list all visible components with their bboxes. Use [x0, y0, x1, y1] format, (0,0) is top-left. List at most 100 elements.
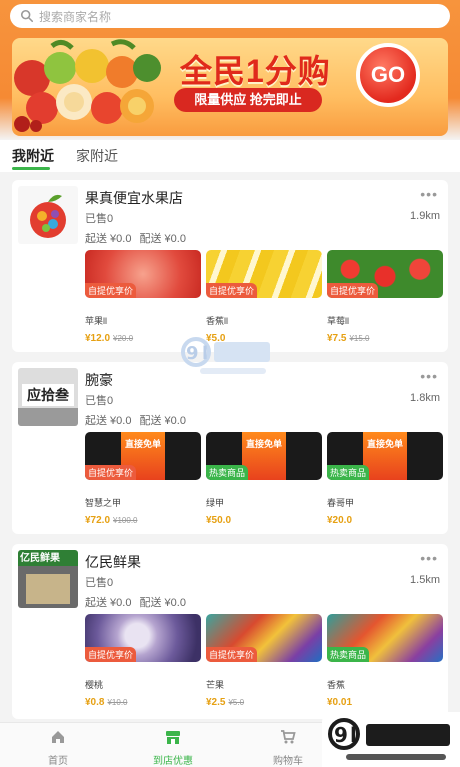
delivery-fee: 配送 ¥0.0	[139, 233, 186, 245]
home-icon	[52, 731, 64, 743]
product-image: 直接免单 自提优享价	[85, 432, 201, 480]
product-image: 直接免单 热卖商品	[206, 432, 322, 480]
svg-text:9: 9	[186, 343, 199, 364]
product-tag: 自提优享价	[206, 283, 258, 298]
product-image: 自提优享价	[206, 250, 322, 298]
product-item[interactable]: 直接免单 热卖商品 春哥甲 ¥20.0	[327, 432, 443, 526]
product-price: ¥20.0	[327, 515, 353, 526]
watermark-corner: 9 l	[322, 712, 460, 767]
product-name: 春哥甲	[327, 498, 355, 508]
more-icon[interactable]: •••	[420, 186, 438, 202]
product-item[interactable]: 自提优享价 芒果 ¥2.5 ¥5.0	[206, 614, 322, 708]
store-name: 亿民鲜果	[85, 554, 141, 570]
nav-store-deals[interactable]: 到店优惠	[143, 729, 203, 767]
product-item[interactable]: 直接免单 热卖商品 绿甲 ¥50.0	[206, 432, 322, 526]
product-name: 草莓ll	[327, 316, 349, 326]
store-logo: 应拾叁	[18, 368, 78, 426]
delivery-fee: 配送 ¥0.0	[139, 597, 186, 609]
original-price: ¥100.0	[113, 516, 138, 525]
fee-info: 起送 ¥0.0 配送 ¥0.0	[85, 230, 194, 246]
store-logo: 亿民鲜果	[18, 550, 78, 608]
promo-tile: 直接免单	[363, 432, 407, 480]
product-name: 香蕉ll	[206, 316, 228, 326]
product-name: 芒果	[206, 680, 225, 690]
product-item[interactable]: 自提优享价 樱桃 ¥0.8 ¥10.0	[85, 614, 201, 708]
store-name: 腕豪	[85, 372, 113, 388]
product-tag: 自提优享价	[206, 647, 258, 662]
product-item[interactable]: 自提优享价 草莓ll ¥7.5 ¥15.0	[327, 250, 443, 344]
sold-count: 已售0	[85, 577, 114, 589]
store-icon	[166, 731, 180, 744]
product-tag: 自提优享价	[85, 647, 137, 662]
header: 搜索商家名称 全民1分购 限量供应 抢完即止 GO	[0, 0, 460, 140]
product-name: 香蕉	[327, 680, 346, 690]
svg-text:9: 9	[334, 723, 348, 747]
fee-info: 起送 ¥0.0 配送 ¥0.0	[85, 412, 194, 428]
search-placeholder: 搜索商家名称	[39, 9, 112, 24]
search-input[interactable]: 搜索商家名称	[10, 4, 450, 28]
nav-label: 购物车	[273, 756, 303, 767]
product-tag: 自提优享价	[85, 283, 137, 298]
product-image: 自提优享价	[327, 250, 443, 298]
active-tab-indicator	[12, 167, 50, 170]
promo-banner[interactable]: 全民1分购 限量供应 抢完即止 GO	[12, 38, 448, 136]
product-image: 热卖商品	[327, 614, 443, 662]
go-button[interactable]: GO	[356, 43, 420, 107]
product-image: 直接免单 热卖商品	[327, 432, 443, 480]
fruit-basket-image	[14, 39, 161, 132]
cart-icon	[281, 730, 296, 744]
product-name: 绿甲	[206, 498, 225, 508]
promo-tile: 直接免单	[242, 432, 286, 480]
nav-home[interactable]: 首页	[28, 729, 88, 767]
nav-label: 首页	[48, 756, 68, 767]
sold-count: 已售0	[85, 213, 114, 225]
location-tabs: 我附近 家附近	[0, 140, 460, 172]
svg-text:l: l	[350, 723, 357, 747]
store-name: 果真便宜水果店	[85, 190, 183, 206]
product-price: ¥7.5 ¥15.0	[327, 333, 370, 344]
product-price: ¥0.01	[327, 697, 353, 708]
product-price: ¥0.8 ¥10.0	[85, 697, 128, 708]
product-price: ¥2.5 ¥5.0	[206, 697, 245, 708]
original-price: ¥10.0	[107, 698, 128, 707]
product-tag: 自提优享价	[327, 283, 379, 298]
store-card[interactable]: 亿民鲜果 亿民鲜果 ••• 已售0 1.5km 起送 ¥0.0 配送 ¥0.0 自…	[12, 544, 448, 719]
watermark-logo: 9 l	[181, 337, 270, 374]
more-icon[interactable]: •••	[420, 368, 438, 384]
product-price: ¥72.0 ¥100.0	[85, 515, 138, 526]
product-name: 苹果ll	[85, 316, 107, 326]
product-tag: 热卖商品	[327, 465, 370, 480]
logo-text: 亿民鲜果	[20, 553, 60, 564]
distance: 1.8km	[410, 392, 440, 404]
fee-info: 起送 ¥0.0 配送 ¥0.0	[85, 594, 194, 610]
logo-text: 应拾叁	[22, 384, 74, 406]
product-name: 樱桃	[85, 680, 104, 690]
original-price: ¥15.0	[349, 334, 370, 343]
more-icon[interactable]: •••	[420, 550, 438, 566]
banner-title: 全民1分购	[180, 53, 331, 89]
svg-text:l: l	[202, 343, 208, 364]
distance: 1.5km	[410, 574, 440, 586]
search-icon	[20, 9, 34, 23]
apple-logo	[18, 186, 78, 244]
delivery-fee: 配送 ¥0.0	[139, 415, 186, 427]
product-image: 自提优享价	[206, 614, 322, 662]
start-fee: 起送 ¥0.0	[85, 233, 132, 245]
store-card[interactable]: 应拾叁 腕豪 ••• 已售0 1.8km 起送 ¥0.0 配送 ¥0.0 直接免单…	[12, 362, 448, 534]
watermark-brand-logo: 9 l	[328, 718, 450, 760]
product-name: 智慧之甲	[85, 498, 122, 508]
original-price: ¥20.0	[113, 334, 134, 343]
product-tag: 热卖商品	[206, 465, 249, 480]
sold-count: 已售0	[85, 395, 114, 407]
product-item[interactable]: 热卖商品 香蕉 ¥0.01	[327, 614, 443, 708]
original-price: ¥5.0	[228, 698, 245, 707]
product-image: 自提优享价	[85, 250, 201, 298]
product-tag: 热卖商品	[327, 647, 370, 662]
nav-cart[interactable]: 购物车	[258, 729, 318, 767]
store-card[interactable]: 果真便宜水果店 ••• 已售0 1.9km 起送 ¥0.0 配送 ¥0.0 自提优…	[12, 180, 448, 352]
product-image: 自提优享价	[85, 614, 201, 662]
tab-nearby-me[interactable]: 我附近	[12, 146, 54, 166]
product-tag: 自提优享价	[85, 465, 137, 480]
product-item[interactable]: 直接免单 自提优享价 智慧之甲 ¥72.0 ¥100.0	[85, 432, 201, 526]
tab-nearby-home[interactable]: 家附近	[76, 146, 118, 166]
